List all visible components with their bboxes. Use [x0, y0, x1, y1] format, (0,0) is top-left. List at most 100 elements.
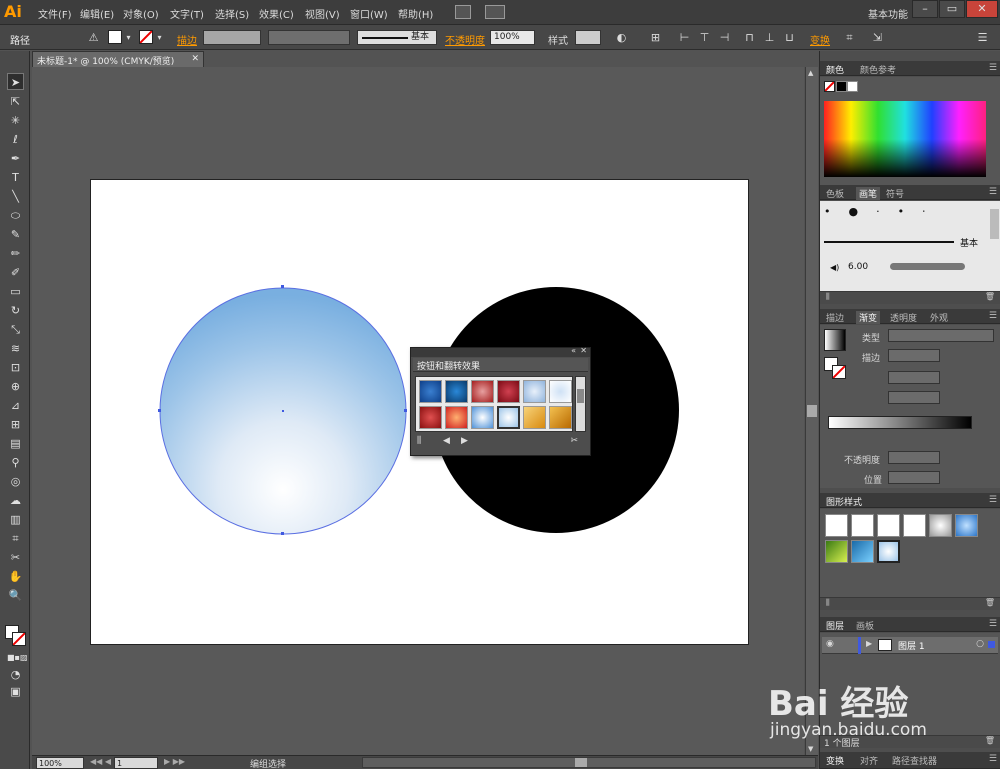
lasso-tool-icon[interactable]: ℓ: [7, 131, 24, 148]
vertical-scrollbar[interactable]: ▲ ▼: [805, 67, 818, 755]
menu-edit[interactable]: 编辑(E): [80, 6, 114, 21]
tab-gradient[interactable]: 渐变: [856, 311, 881, 324]
scroll-up-icon[interactable]: ▲: [808, 69, 813, 77]
pen-tool-icon[interactable]: ✒: [7, 150, 24, 167]
close-window-icon[interactable]: ✕: [966, 0, 998, 18]
vertical-scroll-thumb[interactable]: [807, 405, 817, 417]
anchor-point-right[interactable]: [404, 409, 407, 412]
tab-swatches[interactable]: 色板: [826, 187, 844, 200]
dark-blue-button-style[interactable]: [445, 380, 468, 403]
panel-scrollbar[interactable]: [575, 376, 586, 432]
menu-type[interactable]: 文字(T): [170, 6, 204, 21]
anchor-point-left[interactable]: [158, 409, 161, 412]
blend-tool-icon[interactable]: ◎: [7, 473, 24, 490]
document-tab[interactable]: 未标题-1* @ 100% (CMYK/预览) ✕: [32, 51, 204, 67]
selection-tool-icon[interactable]: ➤: [7, 73, 24, 90]
horizontal-scroll-thumb[interactable]: [575, 758, 587, 767]
gradient-slider[interactable]: [828, 416, 972, 429]
artboard-next-icons[interactable]: ▶ ▶▶: [164, 757, 185, 766]
next-icon[interactable]: ▶: [461, 436, 468, 446]
type-tool-icon[interactable]: T: [7, 169, 24, 186]
selection-indicator[interactable]: [988, 641, 995, 648]
align-left-icon[interactable]: ⊢: [677, 30, 692, 45]
panel-menu-icon[interactable]: ☰: [975, 30, 990, 45]
stroke-style-field[interactable]: 基本: [357, 30, 437, 45]
workspace-switcher[interactable]: 基本功能: [868, 6, 908, 21]
gradient-tool-icon[interactable]: ▤: [7, 435, 24, 452]
buttons-rollovers-panel[interactable]: « ✕ 按钮和翻转效果 ⫼ ◀ ▶ ✂: [410, 346, 591, 456]
horizontal-scrollbar[interactable]: [362, 757, 816, 768]
align-right-icon[interactable]: ⊣: [717, 30, 732, 45]
arrange-documents-icon[interactable]: [485, 5, 505, 19]
blue-button-style[interactable]: [419, 380, 442, 403]
tab-brushes[interactable]: 画笔: [856, 187, 881, 200]
gradient-angle-field[interactable]: [888, 371, 940, 384]
artboard-nav-icons[interactable]: ◀◀ ◀: [90, 757, 111, 766]
menu-view[interactable]: 视图(V): [305, 6, 340, 21]
tab-appearance[interactable]: 外观: [930, 311, 948, 324]
fill-dropdown-icon[interactable]: ▾: [121, 30, 136, 45]
column-graph-tool-icon[interactable]: ▥: [7, 511, 24, 528]
collapse-icon[interactable]: «: [571, 346, 576, 355]
tab-transform[interactable]: 变换: [826, 754, 844, 767]
menu-effect[interactable]: 效果(C): [259, 6, 294, 21]
slice-tool-icon[interactable]: ✂: [7, 549, 24, 566]
bridge-icon[interactable]: [455, 5, 471, 19]
magic-wand-tool-icon[interactable]: ✳: [7, 112, 24, 129]
tab-artboards[interactable]: 画板: [856, 619, 874, 632]
transform-label[interactable]: 变换: [810, 32, 830, 47]
visibility-eye-icon[interactable]: ◉: [826, 639, 834, 649]
sphere-style-swatch[interactable]: [877, 540, 900, 563]
stroke-color-swatch[interactable]: [139, 30, 153, 44]
line-tool-icon[interactable]: ╲: [7, 188, 24, 205]
target-icon[interactable]: ○: [976, 639, 984, 649]
perspective-grid-tool-icon[interactable]: ⊿: [7, 397, 24, 414]
gradient-opacity-field[interactable]: [888, 451, 940, 464]
search-help-icon[interactable]: –: [912, 0, 938, 18]
scale-tool-icon[interactable]: ⤡: [7, 321, 24, 338]
align-center-icon[interactable]: ⊤: [697, 30, 712, 45]
color-mode-icons[interactable]: ■▪▨: [7, 649, 28, 666]
white-color-chip[interactable]: [847, 81, 858, 92]
dark-red-button-style[interactable]: [419, 406, 442, 429]
outline-style-swatch[interactable]: [903, 514, 926, 537]
warp-tool-icon[interactable]: ≋: [7, 340, 24, 357]
gradient-stroke-indicator[interactable]: [832, 365, 846, 379]
soft-shadow-style-swatch[interactable]: [929, 514, 952, 537]
fill-color-swatch[interactable]: [108, 30, 122, 44]
white-style-swatch[interactable]: [877, 514, 900, 537]
gradient-stroke-options[interactable]: [888, 349, 940, 362]
align-bottom-icon[interactable]: ⊔: [782, 30, 797, 45]
green-pattern-style-swatch[interactable]: [825, 540, 848, 563]
gradient-preview[interactable]: [824, 329, 846, 351]
draw-mode-icon[interactable]: ◔: [7, 666, 24, 683]
blob-brush-tool-icon[interactable]: ✐: [7, 264, 24, 281]
eyedropper-tool-icon[interactable]: ⚲: [7, 454, 24, 471]
blue-glow-style-swatch[interactable]: [955, 514, 978, 537]
delete-layer-icon[interactable]: 🗑: [985, 736, 995, 745]
hand-tool-icon[interactable]: ✋: [7, 568, 24, 585]
black-color-chip[interactable]: [836, 81, 847, 92]
anchor-point-bottom[interactable]: [281, 532, 284, 535]
menu-file[interactable]: 文件(F): [38, 6, 72, 21]
tab-color[interactable]: 颜色: [826, 63, 844, 76]
light-blue-button-style[interactable]: [523, 380, 546, 403]
paintbrush-tool-icon[interactable]: ✎: [7, 226, 24, 243]
color-panel-menu-icon[interactable]: ☰: [989, 63, 997, 73]
tab-align[interactable]: 对齐: [860, 754, 878, 767]
tab-stroke[interactable]: 描边: [826, 311, 844, 324]
panel-tab[interactable]: 按钮和翻转效果: [413, 358, 588, 372]
tab-color-guide[interactable]: 颜色参考: [860, 63, 896, 76]
close-panel-icon[interactable]: ✕: [580, 346, 587, 355]
align-middle-icon[interactable]: ⊥: [762, 30, 777, 45]
opacity-field[interactable]: 100%: [490, 30, 535, 45]
tab-symbols[interactable]: 符号: [886, 187, 904, 200]
gradient-panel-menu-icon[interactable]: ☰: [989, 311, 997, 321]
bottom-panel-menu-icon[interactable]: ☰: [989, 754, 997, 764]
gold-button-style[interactable]: [523, 406, 546, 429]
gradient-type-select[interactable]: [888, 329, 994, 342]
previous-icon[interactable]: ◀: [443, 436, 450, 446]
layers-panel-menu-icon[interactable]: ☰: [989, 619, 997, 629]
default-style-swatch[interactable]: [825, 514, 848, 537]
close-tab-icon[interactable]: ✕: [191, 54, 199, 64]
